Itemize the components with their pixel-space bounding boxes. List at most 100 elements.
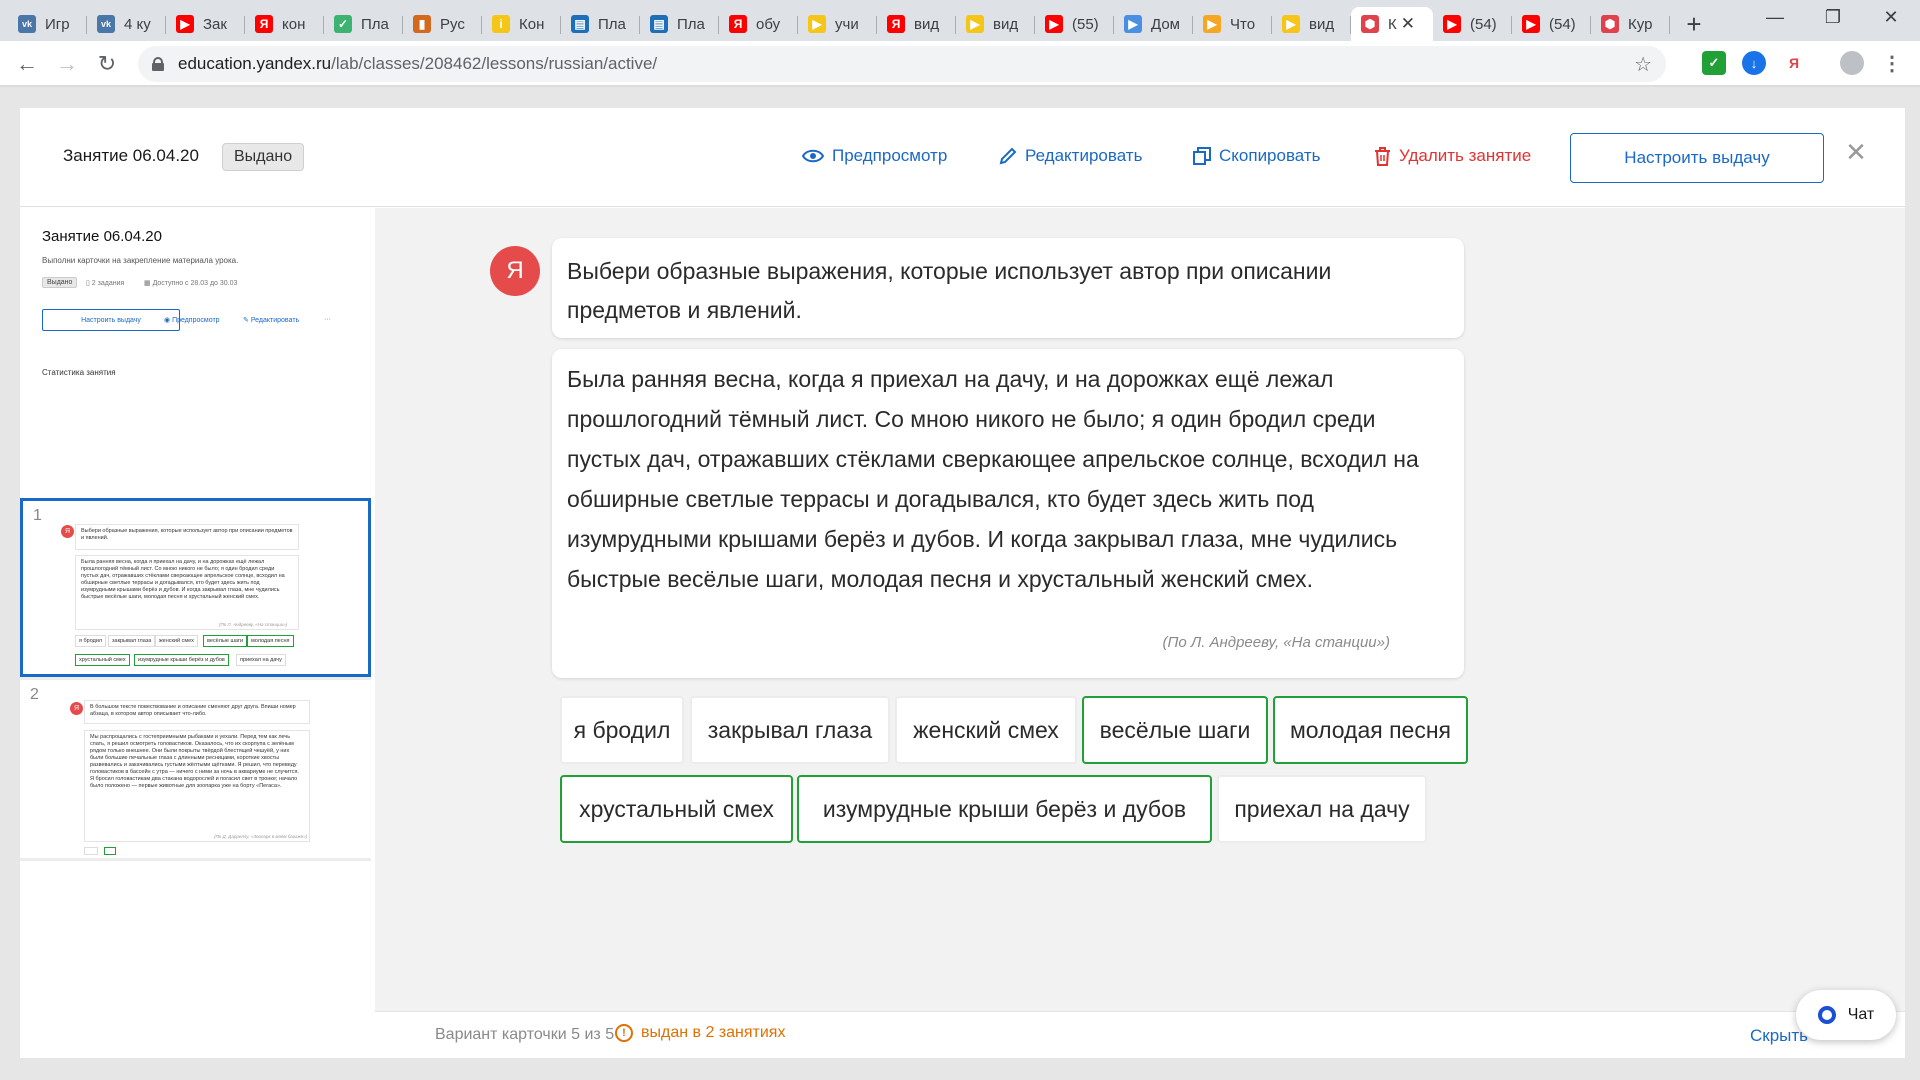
browser-tab[interactable]: ▤ Пла [561,7,640,41]
tab-title: обу [756,15,781,33]
i-favicon-icon: i [492,15,510,33]
address-bar[interactable]: education.yandex.ru/lab/classes/208462/l… [138,46,1666,82]
lesson-title: Занятие 06.04.20 [63,146,199,165]
tab-close-icon[interactable]: ✕ [1401,14,1415,34]
sidebar-stats-link[interactable]: Статистика занятия [42,368,116,377]
answer-option-correct[interactable]: молодая песня [1273,696,1468,764]
browser-menu-icon[interactable]: ⋮ [1880,51,1904,75]
tasks-count-text: 2 задания [91,280,125,287]
sidebar-description: Выполни карточки на закрепление материал… [42,256,239,265]
browser-tab[interactable]: ▶ вид [1272,7,1351,41]
browser-tab[interactable]: ▶ Дом [1114,7,1193,41]
answer-option[interactable]: женский смех [895,696,1077,764]
browser-toolbar: ← → ↻ education.yandex.ru/lab/classes/20… [0,41,1920,86]
url-host: education.yandex.ru [178,54,332,73]
card-question: Выбери образные выражения, которые испол… [552,238,1464,338]
browser-tab[interactable]: ▶ Зак [166,7,245,41]
lesson-header: Занятие 06.04.20 Выдано Предпросмотр Ред… [20,108,1905,207]
thumb-option: хрустальный смех [75,654,130,666]
browser-tab[interactable]: ▶ вид [956,7,1035,41]
maximize-button[interactable]: ❐ [1804,0,1862,34]
forward-button[interactable]: → [52,49,82,79]
close-window-button[interactable]: ✕ [1862,0,1920,34]
sidebar-edit-link[interactable]: ✎ Редактировать [243,316,299,324]
download-extension-icon[interactable]: ↓ [1742,51,1766,75]
answer-option-correct[interactable]: весёлые шаги [1082,696,1268,764]
card-passage: Была ранняя весна, когда я приехал на да… [552,349,1464,678]
thumb-option: изумрудные крыши берёз и дубов [134,654,229,666]
check-favicon-icon: ✓ [334,15,352,33]
calendar-icon: ▦ [144,280,153,287]
browser-tab[interactable]: i Кон [482,7,561,41]
play-favicon-icon: ▶ [808,15,826,33]
browser-tab[interactable]: ▶ (55) [1035,7,1114,41]
browser-tab[interactable]: ⬢ К ✕ [1351,7,1433,41]
book-favicon-icon: ▤ [571,15,589,33]
card-number: 2 [30,686,39,703]
close-icon[interactable]: ✕ [1842,137,1870,167]
answer-option[interactable]: я бродил [560,696,684,764]
tab-title: Кон [519,15,545,33]
yandex-extension-icon[interactable]: Я [1782,51,1806,75]
sidebar-more-button[interactable]: ··· [324,316,331,323]
browser-tab[interactable]: Яобу [719,7,798,41]
bookmark-star-icon[interactable]: ☆ [1634,52,1652,77]
tab-title: (54) [1470,15,1497,33]
tab-title: 4 ку [124,15,151,33]
tab-title: Пла [361,15,389,33]
sidebar-tasks-count: ▯ 2 задания [86,279,124,287]
browser-tab[interactable]: ▶ (54) [1433,7,1512,41]
answer-option-correct[interactable]: изумрудные крыши берёз и дубов [797,775,1212,843]
tab-title: (55) [1072,15,1099,33]
browser-tab[interactable]: vk Игр [8,7,87,41]
hex-favicon-icon: ⬢ [1361,15,1379,33]
profile-avatar[interactable] [1840,51,1864,75]
browser-tab[interactable]: Явид [877,7,956,41]
card-thumbnail-1[interactable]: 1 Я Выбери образные выражения, которые и… [20,498,371,677]
chat-button[interactable]: Чат [1796,990,1896,1040]
yandex-avatar-icon: Я [70,702,83,715]
browser-tab[interactable]: ✓ Пла [324,7,403,41]
browser-tab[interactable]: ▶ (54) [1512,7,1591,41]
tab-list: vk Игр vk 4 ку ▶ Зак Якон ✓ Пла ▮ Рус i Кон ▤ Пла ▤ Пла Я… [8,7,1670,41]
page: Занятие 06.04.20 Выдано Предпросмотр Ред… [0,87,1920,1080]
browser-tab[interactable]: vk 4 ку [87,7,166,41]
tab-title: вид [1309,15,1335,33]
issued-info[interactable]: ! выдан в 2 занятиях [615,1024,785,1042]
lesson-sidebar: Занятие 06.04.20 Выполни карточки на зак… [20,208,371,1058]
new-tab-button[interactable]: + [1676,7,1712,41]
answer-option-correct[interactable]: хрустальный смех [560,775,793,843]
youtube-favicon-icon: ▶ [1443,15,1461,33]
thumb-option: закрывал глаза [108,635,156,647]
Я-favicon-icon: Я [255,15,273,33]
youtube-favicon-icon: ▶ [176,15,194,33]
browser-tab[interactable]: ▮ Рус [403,7,482,41]
tab-title: Пла [677,15,705,33]
copy-button[interactable]: Скопировать [1193,146,1321,166]
delete-lesson-button[interactable]: Удалить занятие [1374,146,1531,166]
browser-tab[interactable]: Якон [245,7,324,41]
play-favicon-icon: ▶ [966,15,984,33]
back-button[interactable]: ← [12,49,42,79]
browser-tab[interactable]: ▶ Что [1193,7,1272,41]
url-path: /lab/classes/208462/lessons/russian/acti… [331,54,658,73]
reload-button[interactable]: ↻ [92,49,122,79]
answer-option[interactable]: приехал на дачу [1217,775,1427,843]
browser-tab[interactable]: ▤ Пла [640,7,719,41]
tab-title: Пла [598,15,626,33]
edit-button[interactable]: Редактировать [999,146,1142,166]
preview-button[interactable]: Предпросмотр [802,146,947,166]
shield-extension-icon[interactable]: ✓ [1702,51,1726,75]
browser-tab[interactable]: ▶ учи [798,7,877,41]
sidebar-preview-link[interactable]: ◉ Предпросмотр [164,316,220,324]
minimize-button[interactable]: — [1746,0,1804,34]
play-favicon-icon: ▶ [1282,15,1300,33]
pencil-icon [999,147,1017,165]
setup-issue-button[interactable]: Настроить выдачу [1570,133,1824,183]
answer-option[interactable]: закрывал глаза [690,696,890,764]
card-preview-area: Я Выбери образные выражения, которые исп… [375,208,1905,1011]
card-thumbnail-2[interactable]: 2 Я В большом тексте повествование и опи… [20,680,371,858]
thumb-passage: Была ранняя весна, когда я приехал на да… [75,555,299,630]
sidebar-setup-button[interactable]: Настроить выдачу [42,309,180,331]
browser-tab[interactable]: ⬢ Кур [1591,7,1670,41]
